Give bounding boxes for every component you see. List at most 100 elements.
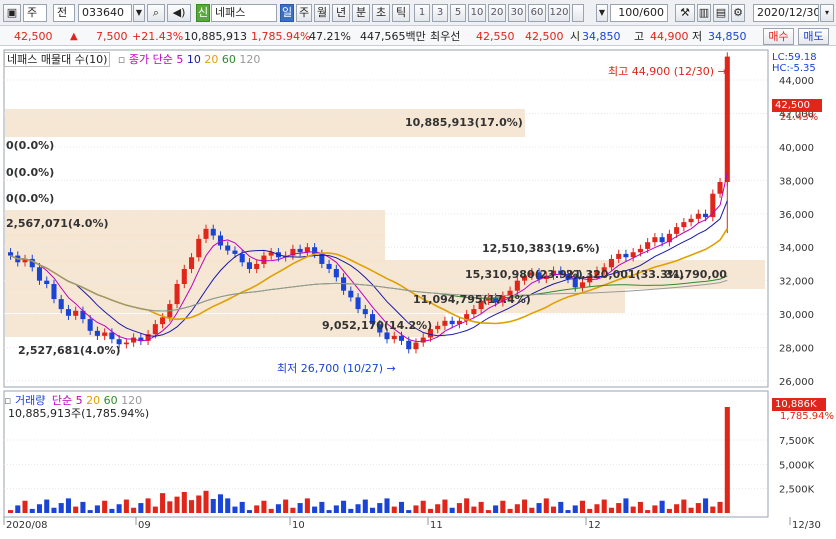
- candle-body: [174, 284, 180, 305]
- candle-body: [189, 257, 195, 269]
- candle-body: [420, 337, 426, 343]
- market-select[interactable]: 주: [23, 4, 47, 22]
- band-zero-3: 0(0.0%): [6, 192, 55, 205]
- sell-button[interactable]: 매도: [798, 28, 829, 45]
- candle-body: [261, 255, 267, 264]
- volume-value: 10,885,913: [184, 30, 247, 43]
- candle-body: [471, 309, 477, 315]
- y-tick-label: 38,000: [779, 176, 814, 187]
- volume-bar: [123, 499, 129, 513]
- candle-body: [160, 317, 166, 325]
- interval-20[interactable]: 20: [488, 4, 506, 22]
- buy-button[interactable]: 매수: [763, 28, 794, 45]
- volume-bar: [695, 503, 701, 513]
- volume-bar: [608, 507, 614, 513]
- candle-body: [152, 324, 158, 335]
- interval-5[interactable]: 5: [450, 4, 466, 22]
- period-second[interactable]: 초: [372, 4, 390, 22]
- volume-bar: [471, 506, 477, 513]
- candle-body: [442, 320, 448, 326]
- volume-bar: [442, 499, 448, 513]
- volume-bar: [275, 504, 281, 513]
- band-label-3: 12,510,383(19.6%): [482, 242, 600, 255]
- volume-bar: [449, 507, 455, 513]
- volume-bar: [268, 508, 274, 513]
- candle-body: [623, 253, 629, 258]
- volume-bar: [543, 498, 549, 513]
- hc-label: HC:-5.35: [772, 63, 816, 74]
- band-label-2: 2,567,071(4.0%): [6, 217, 109, 230]
- candle-body: [225, 245, 231, 251]
- volume-bar: [196, 495, 202, 513]
- band-label-7: 9,052,170(14.2%): [322, 319, 433, 332]
- volume-bar: [637, 501, 643, 513]
- gear-icon[interactable]: ⚙: [731, 4, 745, 22]
- date-field[interactable]: 2020/12/30: [753, 4, 819, 22]
- interval-1[interactable]: 1: [414, 4, 430, 22]
- volume-bar: [666, 508, 672, 513]
- candle-body: [44, 280, 50, 285]
- type-select[interactable]: 전: [53, 4, 75, 22]
- volume-bar: [630, 506, 636, 513]
- period-minute[interactable]: 분: [352, 4, 370, 22]
- interval-3[interactable]: 3: [432, 4, 448, 22]
- stock-code-input[interactable]: 033640: [78, 4, 132, 22]
- period-day[interactable]: 일: [280, 4, 294, 22]
- count-field[interactable]: 100/600: [610, 4, 668, 22]
- volume-bar: [36, 504, 43, 513]
- band-zero-2: 0(0.0%): [6, 166, 55, 179]
- band-zero-1: 0(0.0%): [6, 139, 55, 152]
- volume-bar: [29, 508, 35, 513]
- y-tick-label: 7,500K: [779, 436, 815, 447]
- calendar-icon[interactable]: ▾: [820, 4, 834, 22]
- search-icon[interactable]: ⌕: [147, 4, 165, 22]
- period-year[interactable]: 년: [332, 4, 350, 22]
- x-tick-label: 10: [292, 520, 305, 531]
- period-week[interactable]: 주: [296, 4, 312, 22]
- interval-30[interactable]: 30: [508, 4, 526, 22]
- volume-bar: [398, 501, 405, 513]
- volume-bar: [181, 491, 187, 513]
- interval-120[interactable]: 120: [548, 4, 570, 22]
- chevron-down-icon[interactable]: ▼: [596, 4, 608, 22]
- speaker-icon[interactable]: ◀): [167, 4, 191, 22]
- volume-bar: [703, 498, 709, 513]
- indicator-icon[interactable]: ⚒: [675, 4, 695, 22]
- bar-chart-icon[interactable]: ▥: [697, 4, 711, 22]
- volume-bar: [138, 503, 144, 513]
- candle-body: [362, 309, 368, 315]
- stock-name-field[interactable]: 네패스: [211, 4, 277, 22]
- volume-bar: [333, 505, 339, 513]
- volume-bar: [507, 508, 513, 513]
- chart-title[interactable]: 네패스 매물대 수(10): [4, 52, 111, 67]
- volume-bar: [377, 503, 383, 513]
- period-month[interactable]: 월: [314, 4, 330, 22]
- interval-dropdown[interactable]: [572, 4, 584, 22]
- volume-bar: [435, 504, 441, 513]
- candle-body: [514, 280, 520, 291]
- volume-bar: [551, 506, 557, 513]
- save-icon[interactable]: ▤: [713, 4, 729, 22]
- interval-60[interactable]: 60: [528, 4, 546, 22]
- volume-bar: [326, 510, 332, 513]
- priority-label: 최우선: [430, 30, 461, 43]
- volume-bar: [710, 506, 716, 513]
- candle-body: [254, 263, 260, 269]
- volume-bar: [601, 499, 607, 513]
- candle-body: [312, 247, 318, 254]
- y-tick-label: 32,000: [779, 277, 814, 288]
- period-tick[interactable]: 틱: [392, 4, 410, 22]
- current-rate-tag: 21.43%: [780, 112, 819, 123]
- candle-body: [232, 250, 238, 254]
- chart-menu-icon[interactable]: ▣: [3, 4, 21, 22]
- ma60-label: 60: [221, 53, 236, 66]
- current-volume-ratio: 1,785.94%: [780, 411, 835, 422]
- volume-bar: [536, 503, 542, 513]
- volume-bar: [370, 507, 376, 513]
- candle-body: [123, 342, 129, 345]
- interval-10[interactable]: 10: [468, 4, 486, 22]
- chevron-down-icon[interactable]: ▼: [133, 4, 145, 22]
- volume-bar: [8, 510, 14, 513]
- volume-bar: [145, 498, 151, 513]
- current-price: 42,500: [14, 30, 53, 43]
